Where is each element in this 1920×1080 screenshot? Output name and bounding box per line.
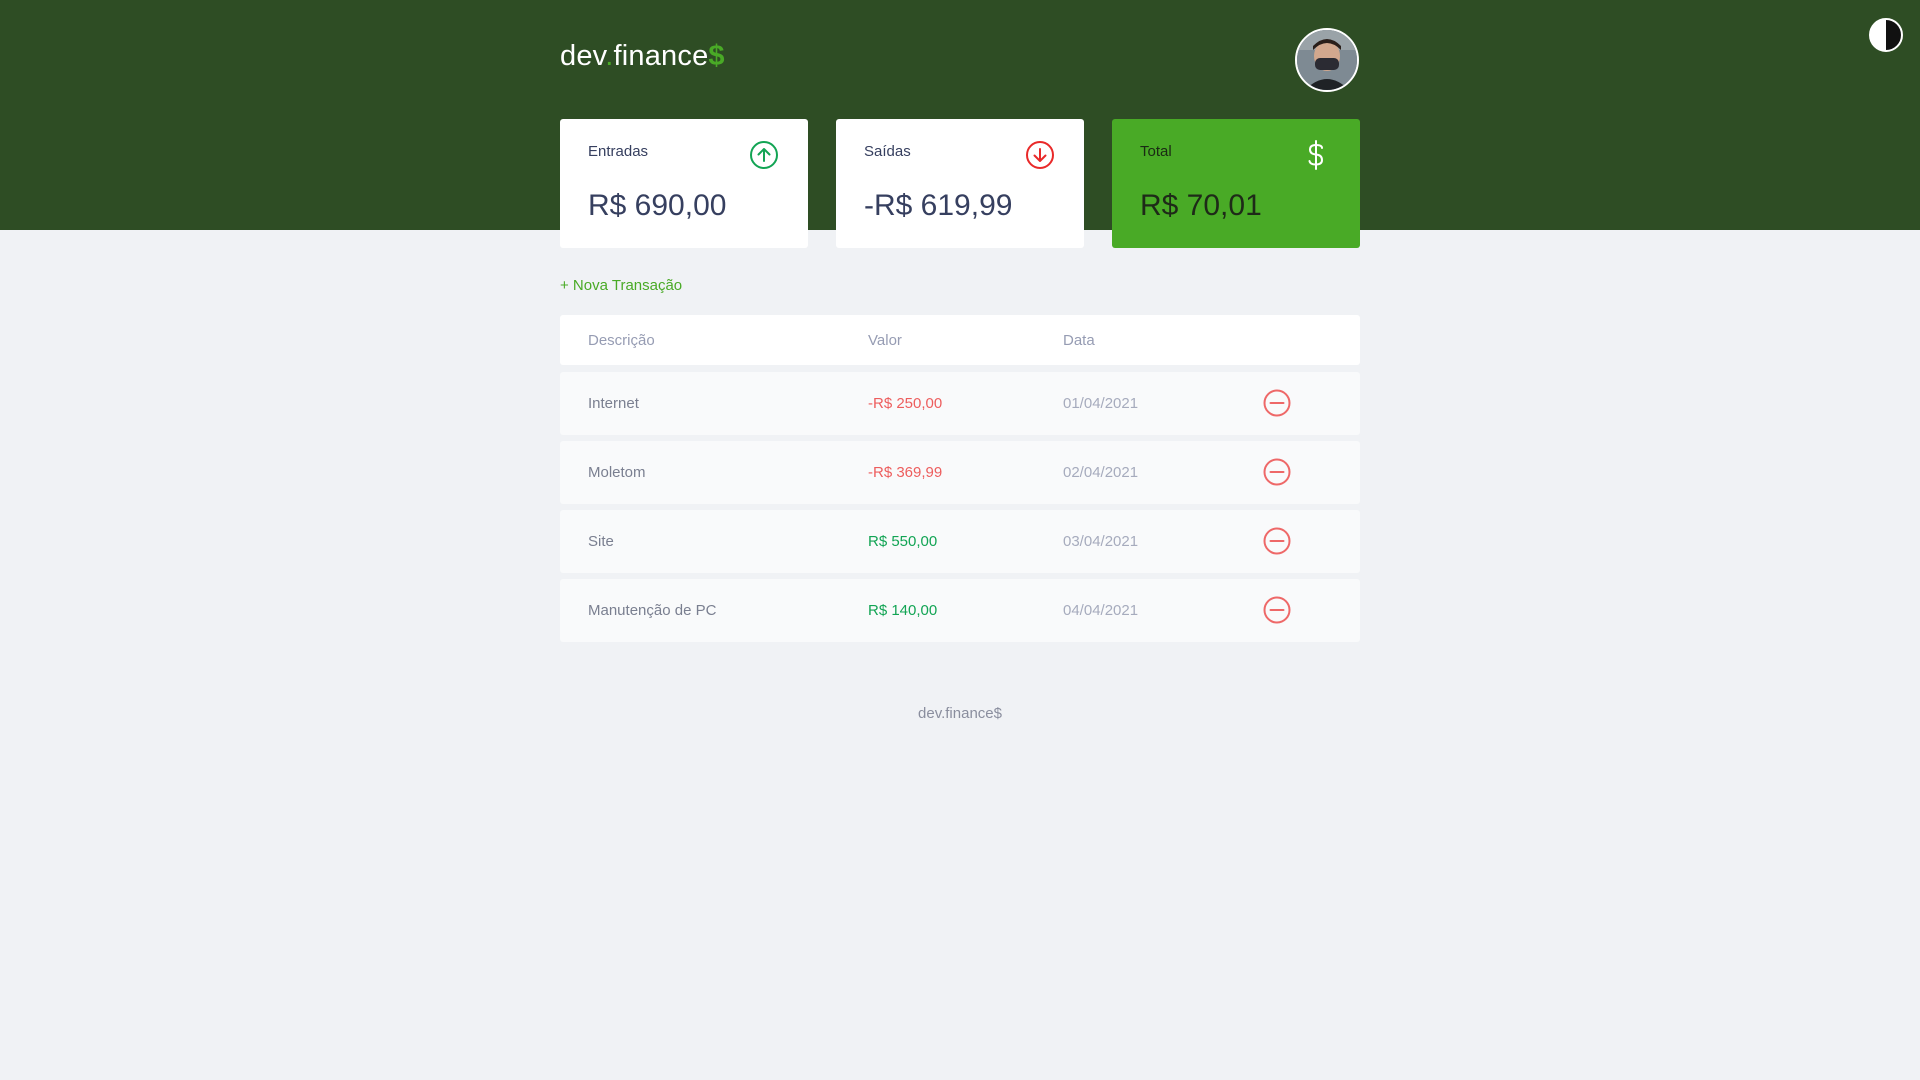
row-description: Moletom [588, 464, 646, 481]
logo-main: dev [560, 40, 606, 72]
income-value: R$ 690,00 [588, 189, 727, 222]
dollar-icon [1308, 140, 1324, 170]
total-value: R$ 70,01 [1140, 189, 1262, 222]
table-row: Internet -R$ 250,00 01/04/2021 [560, 372, 1360, 435]
arrow-down-circle-icon [1026, 141, 1054, 169]
row-value: R$ 140,00 [868, 602, 938, 619]
row-description: Internet [588, 395, 639, 412]
header-description: Descrição [588, 332, 655, 349]
footer-text: dev.finance$ [918, 705, 1002, 722]
row-description: Site [588, 533, 614, 550]
remove-transaction-icon[interactable] [1262, 388, 1292, 418]
logo-dollar: $ [708, 40, 725, 72]
remove-transaction-icon[interactable] [1262, 457, 1292, 487]
expense-value: -R$ 619,99 [864, 189, 1013, 222]
row-value: -R$ 250,00 [868, 395, 943, 412]
user-avatar[interactable] [1295, 28, 1359, 92]
remove-transaction-icon[interactable] [1262, 526, 1292, 556]
remove-transaction-icon[interactable] [1262, 595, 1292, 625]
row-date: 01/04/2021 [1063, 395, 1139, 412]
avatar-image [1297, 30, 1357, 90]
new-transaction-button[interactable]: + Nova Transação [560, 277, 682, 294]
total-card: Total R$ 70,01 [1112, 119, 1360, 248]
income-card: Entradas R$ 690,00 [560, 119, 808, 248]
header-value: Valor [868, 332, 902, 349]
row-value: R$ 550,00 [868, 533, 938, 550]
row-value: -R$ 369,99 [868, 464, 943, 481]
row-date: 04/04/2021 [1063, 602, 1139, 619]
table-header: Descrição Valor Data [560, 315, 1360, 365]
table-row: Manutenção de PC R$ 140,00 04/04/2021 [560, 579, 1360, 642]
expense-card: Saídas -R$ 619,99 [836, 119, 1084, 248]
arrow-up-circle-icon [750, 141, 778, 169]
row-description: Manutenção de PC [588, 602, 717, 619]
table-row: Moletom -R$ 369,99 02/04/2021 [560, 441, 1360, 504]
logo-rest: finance [613, 40, 709, 72]
row-date: 02/04/2021 [1063, 464, 1139, 481]
table-row: Site R$ 550,00 03/04/2021 [560, 510, 1360, 573]
contrast-icon[interactable] [1869, 18, 1903, 52]
logo: dev.finance$ [560, 40, 725, 73]
header-date: Data [1063, 332, 1095, 349]
row-date: 03/04/2021 [1063, 533, 1139, 550]
